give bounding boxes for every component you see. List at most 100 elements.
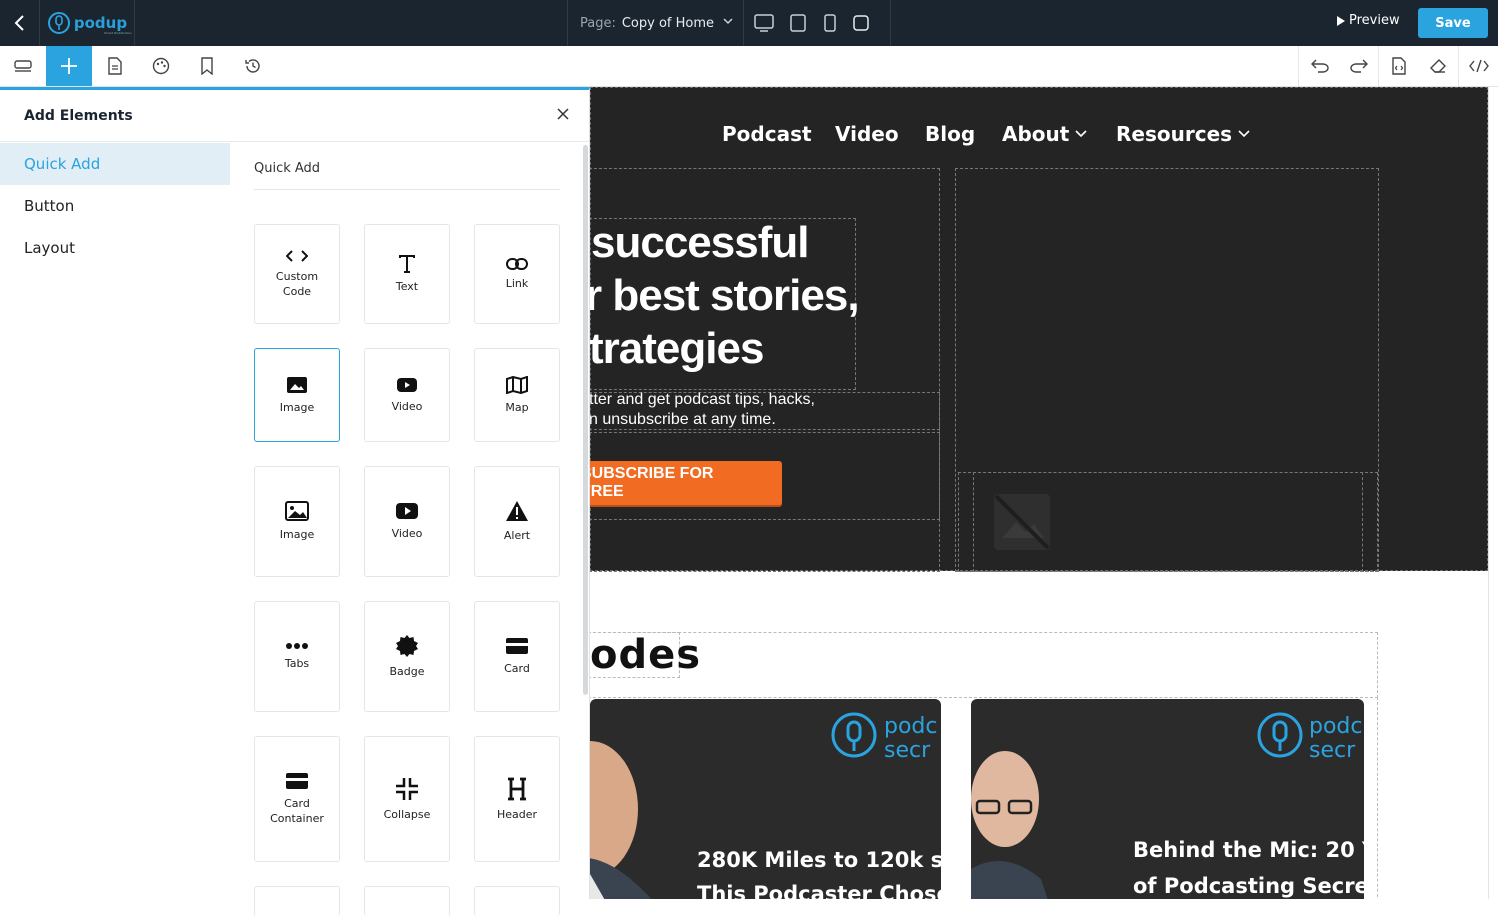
redo-button[interactable] [1340, 46, 1378, 86]
category-button[interactable]: Button [0, 185, 230, 227]
save-button[interactable]: Save [1418, 8, 1488, 38]
history-button[interactable] [230, 46, 276, 86]
site-nav-blog[interactable]: Blog [925, 122, 975, 146]
tabs-icon [286, 643, 308, 649]
tile-badge[interactable]: Badge [364, 601, 450, 712]
category-quick-add[interactable]: Quick Add [0, 143, 230, 185]
tile-label: Container [270, 812, 324, 825]
tile-card-container[interactable]: Card Container [254, 736, 340, 862]
tile-partial[interactable] [254, 886, 340, 916]
tablet-icon[interactable] [822, 14, 838, 32]
close-icon[interactable] [557, 108, 569, 120]
card-logo-text2: secr [884, 738, 931, 763]
device-switcher [744, 0, 891, 46]
canvas-scrollbar[interactable] [1488, 87, 1498, 899]
tile-alert[interactable]: Alert [474, 466, 560, 577]
site-nav-resources[interactable]: Resources [1116, 122, 1250, 146]
code-view-button[interactable] [1458, 46, 1498, 86]
tile-collapse[interactable]: Collapse [364, 736, 450, 862]
brand-logo[interactable]: podup Smart Distribution [40, 0, 135, 46]
header-icon [508, 777, 526, 800]
undo-button[interactable] [1298, 46, 1340, 86]
tile-tabs[interactable]: Tabs [254, 601, 340, 712]
tile-label: Link [505, 276, 529, 290]
tile-label: Map [505, 400, 529, 414]
palette-icon [152, 57, 170, 75]
play-icon [1337, 15, 1345, 26]
nav-label: Video [835, 122, 899, 146]
episode-card-1[interactable]: podc secr 280K Miles to 120k subs This P… [590, 699, 941, 899]
file-code-icon [1391, 57, 1406, 75]
tile-image-2[interactable]: Image [254, 466, 340, 577]
tile-custom-code[interactable]: Custom Code [254, 224, 340, 324]
tile-partial[interactable] [364, 886, 450, 916]
panel-header: Add Elements [0, 90, 589, 142]
add-elements-button[interactable] [46, 46, 92, 86]
site-nav-about[interactable]: About [1002, 122, 1087, 146]
episodes-heading-row [590, 632, 1378, 698]
image-icon [287, 376, 307, 393]
mobile-icon[interactable] [853, 14, 869, 32]
layers-button[interactable] [0, 46, 46, 86]
tile-label: Collapse [383, 807, 431, 821]
tile-video[interactable]: Video [364, 348, 450, 442]
tile-link[interactable]: Link [474, 224, 560, 324]
image-placeholder-icon [994, 494, 1050, 550]
bookmark-icon [201, 57, 213, 75]
page-selector[interactable]: Page: Copy of Home [567, 0, 744, 46]
tile-label: Card [504, 662, 530, 675]
page-code-button[interactable] [1378, 46, 1418, 86]
desktop-icon[interactable] [754, 14, 774, 32]
preview-button[interactable]: Preview [1336, 13, 1400, 28]
tile-partial[interactable] [474, 886, 560, 916]
tile-card[interactable]: Card [474, 601, 560, 712]
tile-map[interactable]: Map [474, 348, 560, 442]
theme-button[interactable] [138, 46, 184, 86]
logo-text: podup [73, 14, 128, 32]
subscribe-button[interactable]: SUBSCRIBE FOR FREE [590, 461, 782, 505]
add-elements-panel: Add Elements Quick Add Button Layout Qui… [0, 87, 590, 916]
card-title-line1: 280K Miles to 120k subs [697, 848, 941, 872]
editor-toolbar [0, 46, 1498, 87]
tile-image[interactable]: Image [254, 348, 340, 442]
card-title-line1: Behind the Mic: 20 Y [1133, 838, 1364, 862]
redo-icon [1350, 59, 1368, 73]
hero-heading-line1: successful [591, 218, 809, 267]
saved-sections-button[interactable] [184, 46, 230, 86]
tile-text[interactable]: Text [364, 224, 450, 324]
clear-button[interactable] [1418, 46, 1458, 86]
card-title-line2: This Podcaster Chose L [697, 882, 941, 899]
page-label: Page: [580, 15, 616, 31]
preview-label: Preview [1349, 13, 1400, 28]
card-title-line2: of Podcasting Secre [1133, 874, 1364, 898]
tile-header[interactable]: Header [474, 736, 560, 862]
code-icon [1468, 59, 1489, 73]
editor-canvas[interactable]: Podcast Video Blog About Resources succe… [590, 87, 1498, 899]
tile-video-2[interactable]: Video [364, 466, 450, 577]
site-nav-podcast[interactable]: Podcast [722, 122, 812, 146]
tile-label: Badge [389, 665, 425, 678]
pages-button[interactable] [92, 46, 138, 86]
video-icon [397, 377, 417, 392]
hero-section[interactable]: Podcast Video Blog About Resources succe… [590, 87, 1488, 572]
hero-subtext-line2: n unsubscribe at any time. [590, 411, 776, 428]
nav-label: Podcast [722, 122, 812, 146]
card-icon [286, 773, 308, 789]
card-icon [506, 638, 528, 654]
video-icon [396, 503, 418, 519]
category-layout[interactable]: Layout [0, 227, 230, 269]
link-icon [506, 257, 528, 270]
chevron-down-icon [1238, 130, 1250, 138]
guest-photo [590, 741, 652, 899]
podcast-mic-icon [831, 712, 877, 758]
tile-label: Image [279, 528, 315, 541]
site-nav-video[interactable]: Video [835, 122, 899, 146]
episodes-heading: odes [590, 632, 702, 678]
badge-icon [396, 635, 418, 657]
back-button[interactable] [0, 0, 40, 46]
panel-category-nav: Quick Add Button Layout [0, 143, 230, 269]
panel-scrollbar[interactable] [583, 145, 588, 695]
tablet-landscape-icon[interactable] [789, 14, 807, 32]
document-icon [108, 57, 122, 75]
episode-card-2[interactable]: podc secr Behind the Mic: 20 Y of Podcas… [971, 699, 1364, 899]
